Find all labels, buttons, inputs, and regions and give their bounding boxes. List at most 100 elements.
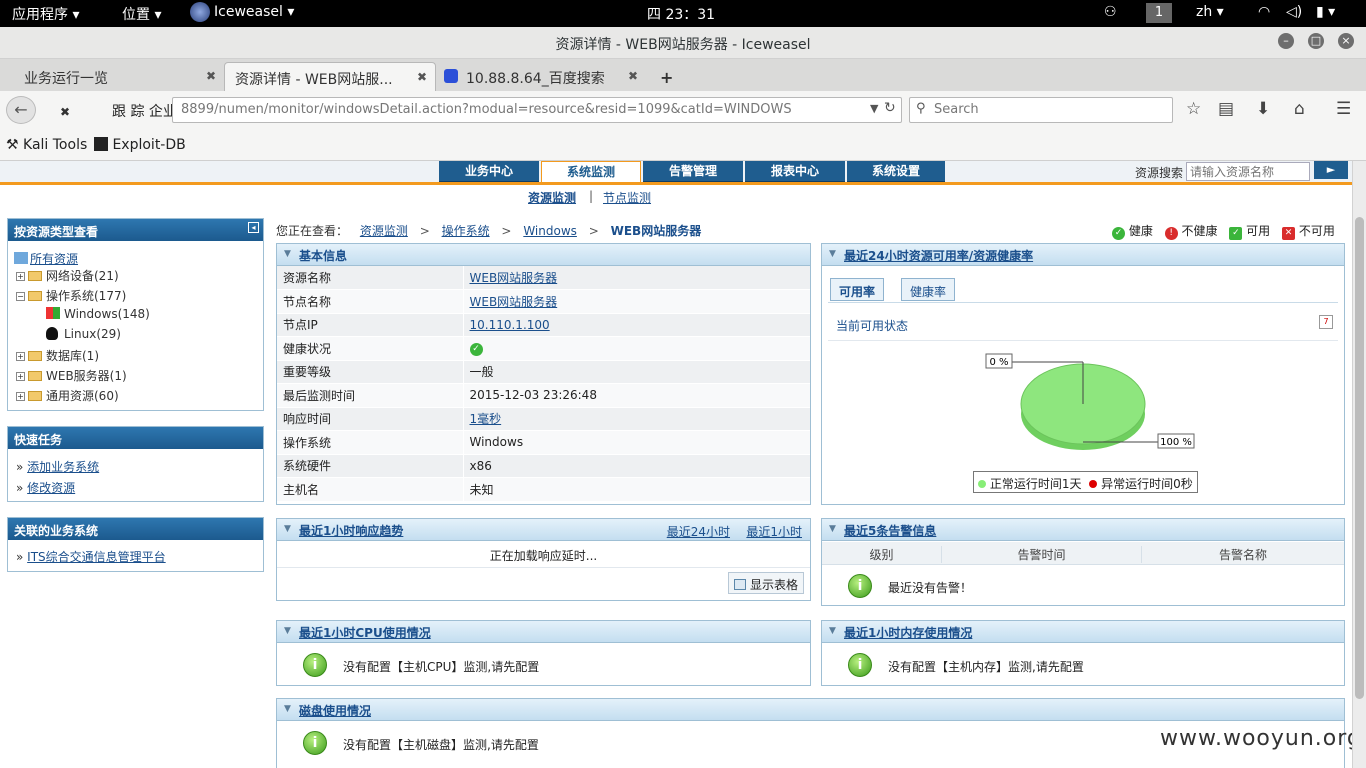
- url-dropdown-icon[interactable]: ▼: [870, 102, 878, 115]
- nav-business-center[interactable]: 业务中心: [439, 161, 539, 183]
- quick-tasks-title: 快速任务: [8, 427, 263, 449]
- close-tab-icon[interactable]: ✖: [206, 69, 216, 83]
- breadcrumb-resource-monitor[interactable]: 资源监测: [360, 224, 408, 238]
- bookmark-star-icon[interactable]: ☆: [1186, 99, 1201, 119]
- nav-report-center[interactable]: 报表中心: [745, 161, 845, 183]
- collapse-sidebar-icon[interactable]: ◂: [248, 222, 259, 233]
- info-row-last-check: 最后监测时间 2015-12-03 23:26:48: [277, 383, 810, 408]
- tab-business-overview[interactable]: 业务运行一览 ✖: [14, 62, 224, 91]
- collapse-arrow-icon[interactable]: ▼: [284, 524, 291, 534]
- collapse-arrow-icon[interactable]: ▼: [829, 249, 836, 259]
- resource-name-link[interactable]: WEB网站服务器: [470, 271, 558, 285]
- info-row-resource-name: 资源名称 WEB网站服务器: [277, 266, 810, 290]
- healthy-icon: ✓: [1112, 227, 1125, 240]
- applications-menu[interactable]: 应用程序 ▾: [12, 4, 79, 24]
- clock[interactable]: 四 23：31: [647, 4, 715, 24]
- close-tab-icon[interactable]: ✖: [628, 69, 638, 83]
- alarms-title[interactable]: ▼ 最近5条告警信息: [822, 519, 1344, 541]
- subnav-resource-monitor[interactable]: 资源监测: [528, 189, 576, 206]
- response-trend-title[interactable]: ▼ 最近1小时响应趋势 最近24小时 最近1小时: [277, 519, 810, 541]
- breadcrumb-windows[interactable]: Windows: [523, 224, 577, 238]
- breadcrumb-os[interactable]: 操作系统: [442, 224, 490, 238]
- scrollbar-thumb[interactable]: [1355, 217, 1364, 699]
- quick-task-add-business[interactable]: » 添加业务系统: [16, 458, 99, 475]
- node-ip-link[interactable]: 10.110.1.100: [470, 318, 550, 332]
- back-button[interactable]: ←: [6, 96, 36, 124]
- resource-search-input[interactable]: [1186, 162, 1310, 181]
- quick-task-edit-resource[interactable]: » 修改资源: [16, 479, 75, 496]
- tree-root[interactable]: 所有资源: [14, 250, 78, 267]
- workspace-indicator[interactable]: 1: [1146, 3, 1172, 23]
- disk-title[interactable]: ▼ 磁盘使用情况: [277, 699, 1344, 721]
- folder-icon: [28, 371, 42, 381]
- tab-resource-detail[interactable]: 资源详情 - WEB网站服... ✖: [224, 62, 436, 91]
- table-icon: [734, 579, 747, 590]
- link-last-24h[interactable]: 最近24小时: [667, 523, 730, 540]
- home-icon[interactable]: ⌂: [1294, 99, 1305, 119]
- url-bar[interactable]: 8899/numen/monitor/windowsDetail.action?…: [172, 97, 902, 123]
- node-name-link[interactable]: WEB网站服务器: [470, 295, 558, 309]
- tree-item-general[interactable]: + 通用资源(60): [16, 387, 119, 404]
- battery-icon[interactable]: ▮ ▾: [1316, 4, 1335, 20]
- tree-item-windows[interactable]: Windows(148): [46, 307, 150, 321]
- new-tab-button[interactable]: +: [650, 62, 683, 91]
- maximize-button[interactable]: □: [1308, 33, 1324, 49]
- menu-icon[interactable]: ☰: [1336, 99, 1351, 119]
- minimize-button[interactable]: –: [1278, 33, 1294, 49]
- app-menu[interactable]: Iceweasel ▾: [214, 4, 294, 20]
- tab-baidu-search[interactable]: 10.88.8.64_百度搜索 ✖: [436, 62, 646, 91]
- collapse-arrow-icon[interactable]: ▼: [829, 524, 836, 534]
- basic-info-title[interactable]: ▼ 基本信息: [277, 244, 810, 266]
- nav-system-settings[interactable]: 系统设置: [847, 161, 945, 183]
- cpu-title[interactable]: ▼ 最近1小时CPU使用情况: [277, 621, 810, 643]
- bookmarks-toolbar: ⚒ Kali Tools Exploit-DB: [0, 129, 1366, 161]
- subtab-health[interactable]: 健康率: [901, 278, 956, 301]
- calendar-icon[interactable]: 7: [1319, 315, 1333, 329]
- tree-item-web-server[interactable]: + WEB服务器(1): [16, 367, 127, 384]
- reading-list-icon[interactable]: ▤: [1218, 99, 1234, 119]
- bluetooth-icon[interactable]: ⚇: [1104, 4, 1117, 20]
- vertical-scrollbar[interactable]: [1352, 161, 1366, 768]
- collapse-arrow-icon[interactable]: ▼: [829, 626, 836, 636]
- resource-search-button[interactable]: ►: [1314, 161, 1348, 179]
- bookmark-exploit-db[interactable]: Exploit-DB: [94, 137, 186, 153]
- url-clear-icon[interactable]: ✖: [60, 105, 70, 119]
- response-loading-text: 正在加载响应延时...: [489, 549, 598, 563]
- tree-item-os[interactable]: − 操作系统(177): [16, 287, 126, 304]
- wifi-icon[interactable]: ◠: [1258, 4, 1270, 20]
- bookmark-kali-tools[interactable]: ⚒ Kali Tools: [6, 137, 87, 153]
- tree-item-network[interactable]: + 网络设备(21): [16, 267, 119, 284]
- subtab-availability[interactable]: 可用率: [830, 278, 885, 301]
- close-tab-icon[interactable]: ✖: [417, 70, 427, 84]
- alarms-table-header: 级别 告警时间 告警名称: [822, 542, 1344, 565]
- show-table-button[interactable]: 显示表格: [728, 572, 804, 594]
- col-time: 告警时间: [942, 546, 1142, 563]
- collapse-arrow-icon[interactable]: ▼: [284, 249, 291, 259]
- nav-system-monitor[interactable]: 系统监测: [541, 161, 641, 183]
- response-divider: [277, 567, 810, 568]
- tree-item-database[interactable]: + 数据库(1): [16, 347, 99, 364]
- col-name: 告警名称: [1218, 548, 1267, 562]
- volume-icon[interactable]: ◁): [1286, 4, 1302, 20]
- close-window-button[interactable]: ×: [1338, 33, 1354, 49]
- input-method[interactable]: zh ▾: [1196, 4, 1224, 20]
- info-row-node-ip: 节点IP 10.110.1.100: [277, 313, 810, 337]
- nav-alarm-management[interactable]: 告警管理: [643, 161, 743, 183]
- availability-title[interactable]: ▼ 最近24小时资源可用率/资源健康率: [822, 244, 1344, 266]
- legend-abnormal-dot: [1089, 480, 1098, 488]
- response-time-link[interactable]: 1毫秒: [470, 412, 502, 426]
- info-row-hostname: 主机名 未知: [277, 477, 810, 502]
- system-top-bar: 应用程序 ▾ 位置 ▾ Iceweasel ▾ 四 23：31 ⚇ 1 zh ▾…: [0, 0, 1366, 27]
- link-last-1h[interactable]: 最近1小时: [746, 523, 802, 540]
- folder-icon: [28, 271, 42, 281]
- places-menu[interactable]: 位置 ▾: [122, 4, 161, 24]
- tree-item-linux[interactable]: Linux(29): [46, 327, 121, 341]
- subnav-node-monitor[interactable]: 节点监测: [603, 189, 651, 206]
- collapse-arrow-icon[interactable]: ▼: [284, 626, 291, 636]
- collapse-arrow-icon[interactable]: ▼: [284, 704, 291, 714]
- memory-title[interactable]: ▼ 最近1小时内存使用情况: [822, 621, 1344, 643]
- search-input[interactable]: ⚲ Search: [909, 97, 1173, 123]
- related-business-item[interactable]: » ITS综合交通信息管理平台: [16, 548, 166, 565]
- reload-icon[interactable]: ↻: [884, 100, 896, 116]
- downloads-icon[interactable]: ⬇: [1256, 99, 1270, 119]
